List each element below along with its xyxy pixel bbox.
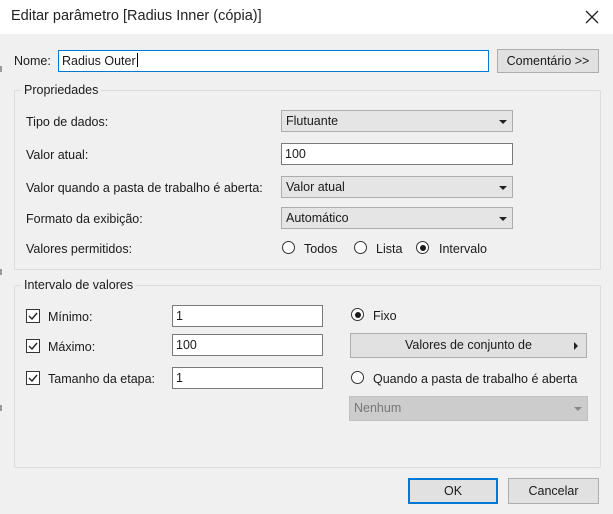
set-values-button[interactable]: Valores de conjunto de [350,333,587,358]
display-format-select[interactable]: Automático [281,207,513,229]
on-open-select[interactable]: Valor atual [281,176,513,198]
radio-lista[interactable] [354,241,367,254]
chevron-down-icon [499,120,507,124]
step-input[interactable]: 1 [172,367,323,389]
ok-button[interactable]: OK [408,478,498,504]
radio-fixed-label[interactable]: Fixo [373,308,397,324]
radio-on-open-label[interactable]: Quando a pasta de trabalho é aberta [373,371,577,387]
allowed-values-label: Valores permitidos: [26,242,133,256]
step-checkbox[interactable] [26,371,40,385]
display-format-label: Formato da exibição: [26,212,143,226]
data-type-select[interactable]: Flutuante [281,110,513,132]
range-group-title: Intervalo de valores [21,277,137,293]
radio-fixed[interactable] [351,308,364,321]
chevron-down-icon [574,407,582,411]
radio-intervalo[interactable] [416,241,429,254]
properties-group-title: Propriedades [21,82,102,98]
chevron-down-icon [499,186,507,190]
check-icon [28,312,38,321]
min-checkbox[interactable] [26,309,40,323]
name-label: Nome: [14,54,51,68]
cancel-button[interactable]: Cancelar [508,478,599,504]
min-label[interactable]: Mínimo: [48,309,92,325]
set-values-label: Valores de conjunto de [405,338,532,352]
check-icon [28,342,38,351]
on-open-value: Valor atual [286,180,345,194]
data-type-value: Flutuante [286,114,339,128]
radio-todos-label[interactable]: Todos [304,241,337,257]
on-open-label: Valor quando a pasta de trabalho é abert… [26,181,263,195]
max-label[interactable]: Máximo: [48,339,95,355]
max-checkbox[interactable] [26,339,40,353]
radio-lista-label[interactable]: Lista [376,241,402,257]
min-input[interactable]: 1 [172,305,323,327]
name-input-value: Radius Outer [62,54,136,68]
radio-intervalo-label[interactable]: Intervalo [439,241,487,257]
display-format-value: Automático [286,211,349,225]
name-input[interactable]: Radius Outer [58,50,489,72]
window-edge [0,66,2,72]
current-value-input[interactable]: 100 [281,143,513,165]
text-caret [136,53,138,67]
chevron-right-icon [574,342,578,350]
window-edge [0,269,2,275]
none-select: Nenhum [349,396,588,421]
radio-todos[interactable] [282,241,295,254]
data-type-label: Tipo de dados: [26,115,109,129]
chevron-down-icon [499,217,507,221]
max-input[interactable]: 100 [172,334,323,356]
comment-button[interactable]: Comentário >> [497,49,599,73]
window-edge [0,405,2,411]
none-value: Nenhum [354,401,402,415]
close-icon[interactable] [575,0,609,34]
radio-on-open[interactable] [351,371,364,384]
step-label[interactable]: Tamanho da etapa: [48,371,155,387]
current-value-label: Valor atual: [26,148,89,162]
check-icon [28,374,38,383]
window-title: Editar parâmetro [Radius Inner (cópia)] [11,8,262,24]
